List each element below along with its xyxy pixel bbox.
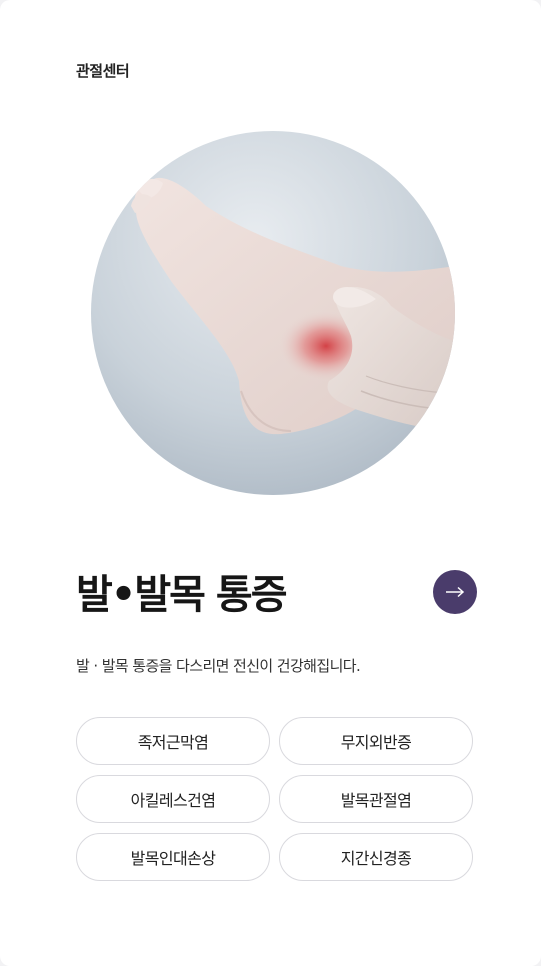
tag-mortons-neuroma[interactable]: 지간신경종 xyxy=(279,833,473,881)
arrow-right-icon xyxy=(446,586,465,598)
category-label: 관절센터 xyxy=(76,62,130,80)
condition-card: 관절센터 발•발목 통증 발 · 발목 통증을 다스리면 전신이 건강해집니다.… xyxy=(0,0,541,966)
tag-ankle-ligament-injury[interactable]: 발목인대손상 xyxy=(76,833,270,881)
description: 발 · 발목 통증을 다스리면 전신이 건강해집니다. xyxy=(76,657,361,675)
tag-ankle-arthritis[interactable]: 발목관절염 xyxy=(279,775,473,823)
tag-plantar-fasciitis[interactable]: 족저근막염 xyxy=(76,717,270,765)
foot-ankle-illustration xyxy=(91,131,455,495)
hero-image xyxy=(91,131,455,495)
tag-hallux-valgus[interactable]: 무지외반증 xyxy=(279,717,473,765)
condition-tag-grid: 족저근막염 무지외반증 아킬레스건염 발목관절염 발목인대손상 지간신경종 xyxy=(76,717,473,881)
arrow-button[interactable] xyxy=(433,570,477,614)
tag-achilles-tendinitis[interactable]: 아킬레스건염 xyxy=(76,775,270,823)
page-title: 발•발목 통증 xyxy=(76,571,287,618)
